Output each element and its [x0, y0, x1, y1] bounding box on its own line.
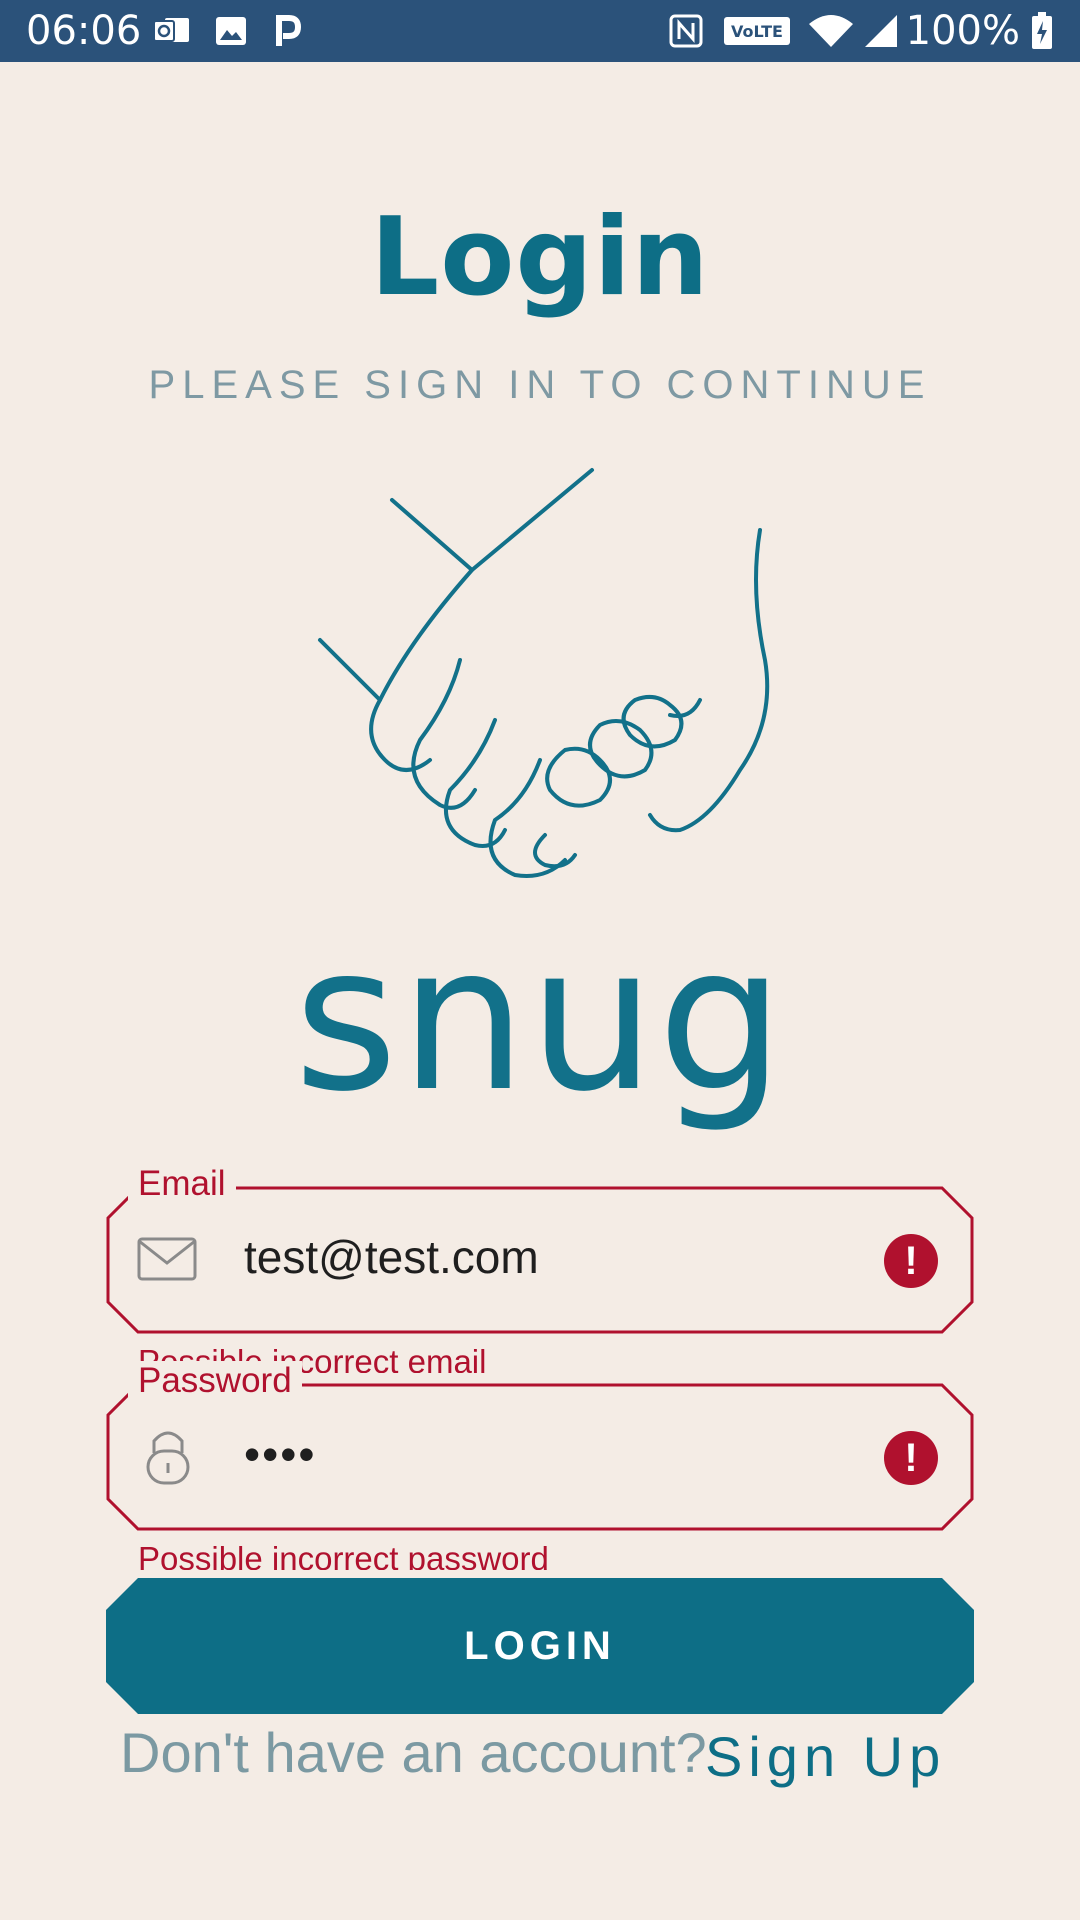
password-field[interactable]: Password •••• ! — [106, 1361, 974, 1531]
password-error-icon: ! — [884, 1431, 938, 1485]
battery-icon — [1030, 12, 1054, 50]
login-button[interactable]: LOGIN — [106, 1578, 974, 1714]
password-error-text: Possible incorrect password — [138, 1540, 549, 1570]
page-subtitle: PLEASE SIGN IN TO CONTINUE — [148, 363, 932, 407]
signal-icon — [862, 12, 900, 50]
envelope-icon — [137, 1237, 197, 1281]
wifi-icon — [808, 12, 854, 50]
volte-icon: VoLTE — [722, 12, 792, 50]
battery-percent: 100% — [905, 8, 1020, 54]
signup-link[interactable]: Sign Up — [705, 1724, 946, 1789]
outlook-icon — [152, 12, 192, 50]
email-label: Email — [128, 1164, 236, 1204]
password-field-border — [106, 1383, 974, 1531]
email-field[interactable]: Email test@test.com ! — [106, 1164, 974, 1334]
holding-hands-logo-icon — [318, 468, 770, 878]
image-icon — [214, 12, 248, 50]
signup-row: Don't have an account? Sign Up — [120, 1720, 1020, 1800]
signup-prompt: Don't have an account? — [120, 1721, 707, 1784]
email-field-border — [106, 1186, 974, 1334]
lock-icon — [146, 1431, 190, 1485]
password-label: Password — [128, 1361, 302, 1401]
logo-wordmark: snug — [293, 903, 787, 1136]
nfc-icon — [668, 12, 704, 50]
page-title: Login — [370, 195, 710, 320]
p-icon — [272, 12, 302, 50]
status-time: 06:06 — [26, 8, 142, 54]
status-bar: 06:06 VoLTE 100% — [0, 0, 1080, 62]
svg-text:VoLTE: VoLTE — [731, 22, 783, 41]
password-input[interactable]: •••• — [244, 1427, 316, 1481]
email-error-icon: ! — [884, 1234, 938, 1288]
email-input[interactable]: test@test.com — [244, 1230, 539, 1284]
